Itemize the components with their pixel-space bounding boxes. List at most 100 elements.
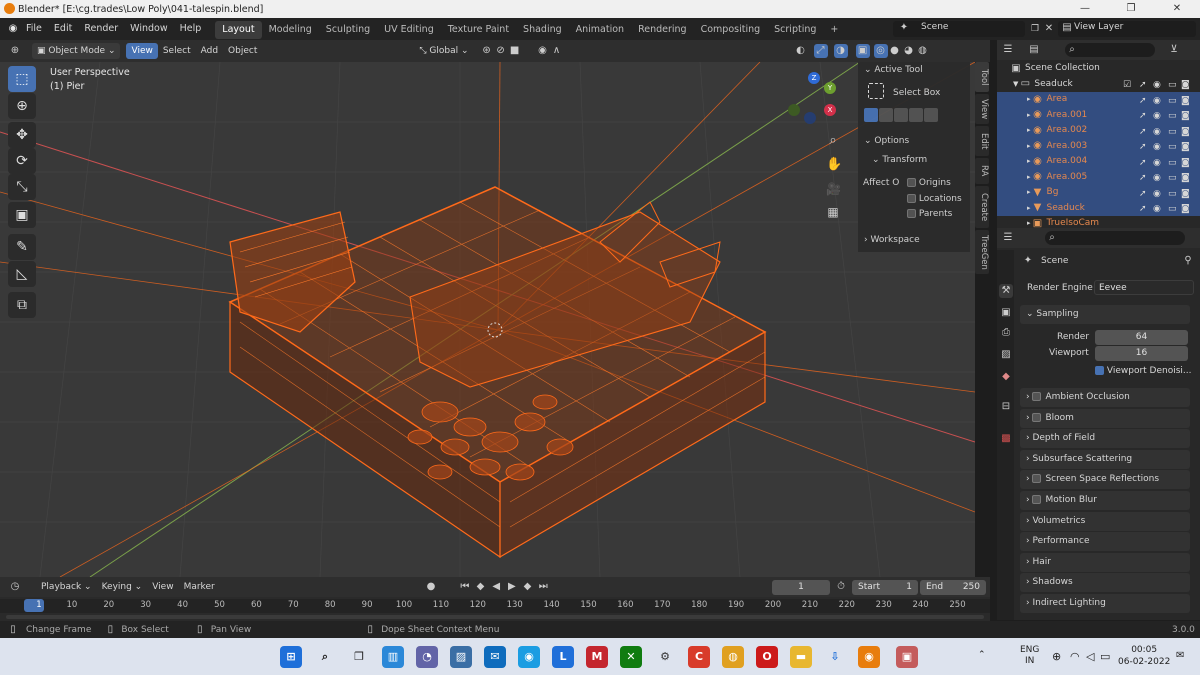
add-cube-tool-icon[interactable]: ⧉ <box>8 292 36 318</box>
tab-uv-editing[interactable]: UV Editing <box>377 21 441 39</box>
view-layer-tab-icon[interactable]: ▨ <box>999 348 1013 362</box>
jump-end-icon[interactable]: ⏭ <box>536 580 550 594</box>
tab-shading[interactable]: Shading <box>516 21 569 39</box>
affect-origins-checkbox[interactable]: Origins <box>907 178 951 188</box>
menu-file[interactable]: File <box>20 18 48 40</box>
language-indicator[interactable]: ENG IN <box>1020 645 1039 667</box>
overlay-toggle-icon[interactable]: ◑ <box>833 44 848 58</box>
outliner-root[interactable]: ▣ Scene Collection <box>997 61 1200 77</box>
gizmo-y-axis[interactable]: Y <box>824 82 836 94</box>
app-c-icon[interactable]: C <box>688 646 710 668</box>
menu-window[interactable]: Window <box>124 18 173 40</box>
blender-taskbar-icon[interactable]: ◉ <box>858 646 880 668</box>
jump-start-icon[interactable]: ⏮ <box>458 580 472 594</box>
render-engine-dropdown[interactable]: Eevee <box>1094 280 1194 295</box>
pin-icon[interactable]: ⚲ <box>1181 254 1195 268</box>
render-samples-field[interactable]: 64 <box>1095 330 1188 345</box>
filter-icon[interactable]: ⊻ <box>1167 43 1181 57</box>
play-icon[interactable]: ▶ <box>505 580 519 594</box>
subtract-selection-icon[interactable] <box>894 108 908 122</box>
photos-icon[interactable]: ▨ <box>450 646 472 668</box>
visibility-icon[interactable]: ◐ <box>794 44 808 58</box>
timeline-editor-icon[interactable]: ◷ <box>8 580 22 594</box>
active-tool-header[interactable]: ⌄ Active Tool <box>864 65 923 75</box>
download-icon[interactable]: ⇩ <box>824 646 846 668</box>
launcher-icon[interactable]: L <box>552 646 574 668</box>
panel-section-header[interactable]: › Hair <box>1020 552 1190 572</box>
gizmo-toggle-icon[interactable]: ⤢ <box>813 44 828 58</box>
task-view-icon[interactable]: ❐ <box>348 646 370 668</box>
menu-render[interactable]: Render <box>78 18 124 40</box>
tab-view[interactable]: View <box>975 94 989 124</box>
menu-add[interactable]: Add <box>196 43 223 59</box>
tab-ra[interactable]: RA <box>975 158 989 184</box>
transform-header[interactable]: ⌄ Transform <box>872 155 927 165</box>
set-selection-icon[interactable] <box>864 108 878 122</box>
settings-gear-icon[interactable]: ⚙ <box>654 646 676 668</box>
orientation-dropdown[interactable]: ⤡ Global ⌄ <box>414 43 473 59</box>
add-workspace-button[interactable]: + <box>823 21 845 39</box>
active-app-icon[interactable]: ▣ <box>896 646 918 668</box>
tab-modeling[interactable]: Modeling <box>262 21 319 39</box>
maximize-icon[interactable]: ❐ <box>1108 0 1154 18</box>
tab-compositing[interactable]: Compositing <box>694 21 768 39</box>
rotate-tool-icon[interactable]: ⟳ <box>8 148 36 174</box>
select-box-tool-icon[interactable]: ⬚ <box>8 66 36 92</box>
affect-parents-checkbox[interactable]: Parents <box>907 209 952 219</box>
camera-view-icon[interactable]: 🎥 <box>826 182 841 196</box>
battery-icon[interactable]: ▭ <box>1100 650 1110 663</box>
delete-scene-icon[interactable]: ✕ <box>1043 21 1055 37</box>
render-tab-icon[interactable]: ▣ <box>999 306 1013 320</box>
view-layer-selector[interactable]: ▤ View Layer <box>1058 21 1196 37</box>
falloff-icon[interactable]: ∧ <box>550 44 564 58</box>
blender-menu-icon[interactable]: ◉ <box>6 22 20 36</box>
pivot-icon[interactable]: ⊛ <box>480 44 494 58</box>
tab-create[interactable]: Create <box>975 186 989 228</box>
record-keyframe-icon[interactable]: ● <box>424 580 438 594</box>
sampling-panel-header[interactable]: ⌄ Sampling <box>1020 305 1190 324</box>
xbox-icon[interactable]: ✕ <box>620 646 642 668</box>
menu-edit[interactable]: Edit <box>48 18 78 40</box>
menu-help[interactable]: Help <box>174 18 208 40</box>
panel-section-header[interactable]: › Indirect Lighting <box>1020 594 1190 613</box>
proportional-edit-icon[interactable]: ◉ <box>536 44 550 58</box>
editor-type-icon[interactable]: ⊕ <box>8 44 22 58</box>
intersect-selection-icon[interactable] <box>924 108 938 122</box>
display-mode-icon[interactable]: ▤ <box>1027 43 1041 57</box>
wifi-icon[interactable]: ◠ <box>1070 650 1080 663</box>
transform-tool-icon[interactable]: ▣ <box>8 202 36 228</box>
measure-tool-icon[interactable]: ◺ <box>8 261 36 287</box>
end-frame-field[interactable]: End 250 <box>920 580 986 595</box>
panel-section-header[interactable]: › Depth of Field <box>1020 429 1190 449</box>
timeline-scrollbar[interactable] <box>6 615 984 619</box>
scene-tab-icon[interactable]: ◆ <box>999 370 1013 384</box>
annotate-tool-icon[interactable]: ✎ <box>8 234 36 260</box>
prev-keyframe-icon[interactable]: ◆ <box>474 580 488 594</box>
menu-view[interactable]: View <box>126 43 158 59</box>
chat-icon[interactable]: ◔ <box>416 646 438 668</box>
gizmo-z-axis[interactable]: Z <box>808 72 820 84</box>
menu-marker[interactable]: Marker <box>179 579 220 595</box>
scene-selector[interactable]: ✦ Scene <box>893 21 1025 37</box>
notifications-icon[interactable]: ✉ <box>1176 650 1184 661</box>
start-frame-field[interactable]: Start 1 <box>852 580 918 595</box>
tab-layout[interactable]: Layout <box>215 21 262 39</box>
tab-treegen[interactable]: TreeGen <box>975 230 989 274</box>
menu-playback[interactable]: Playback ⌄ <box>36 579 97 595</box>
section-enable-checkbox[interactable] <box>1032 412 1042 422</box>
next-keyframe-icon[interactable]: ◆ <box>521 580 535 594</box>
panel-section-header[interactable]: › Screen Space Reflections <box>1020 470 1190 490</box>
menu-object[interactable]: Object <box>223 43 262 59</box>
gizmo-x-axis[interactable]: X <box>824 104 836 116</box>
outliner-editor-icon[interactable]: ☰ <box>1001 43 1015 57</box>
wireframe-shading-icon[interactable]: ◎ <box>873 44 888 58</box>
material-shading-icon[interactable]: ◕ <box>902 44 916 58</box>
tab-scripting[interactable]: Scripting <box>767 21 823 39</box>
tab-tool[interactable]: Tool <box>975 62 989 92</box>
stopwatch-icon[interactable]: ⏱ <box>834 580 848 594</box>
affect-locations-checkbox[interactable]: Locations <box>907 194 962 204</box>
panel-section-header[interactable]: › Volumetrics <box>1020 511 1190 531</box>
section-enable-checkbox[interactable] <box>1032 392 1042 401</box>
mail-icon[interactable]: ✉ <box>484 646 506 668</box>
solid-shading-icon[interactable]: ● <box>888 44 902 58</box>
